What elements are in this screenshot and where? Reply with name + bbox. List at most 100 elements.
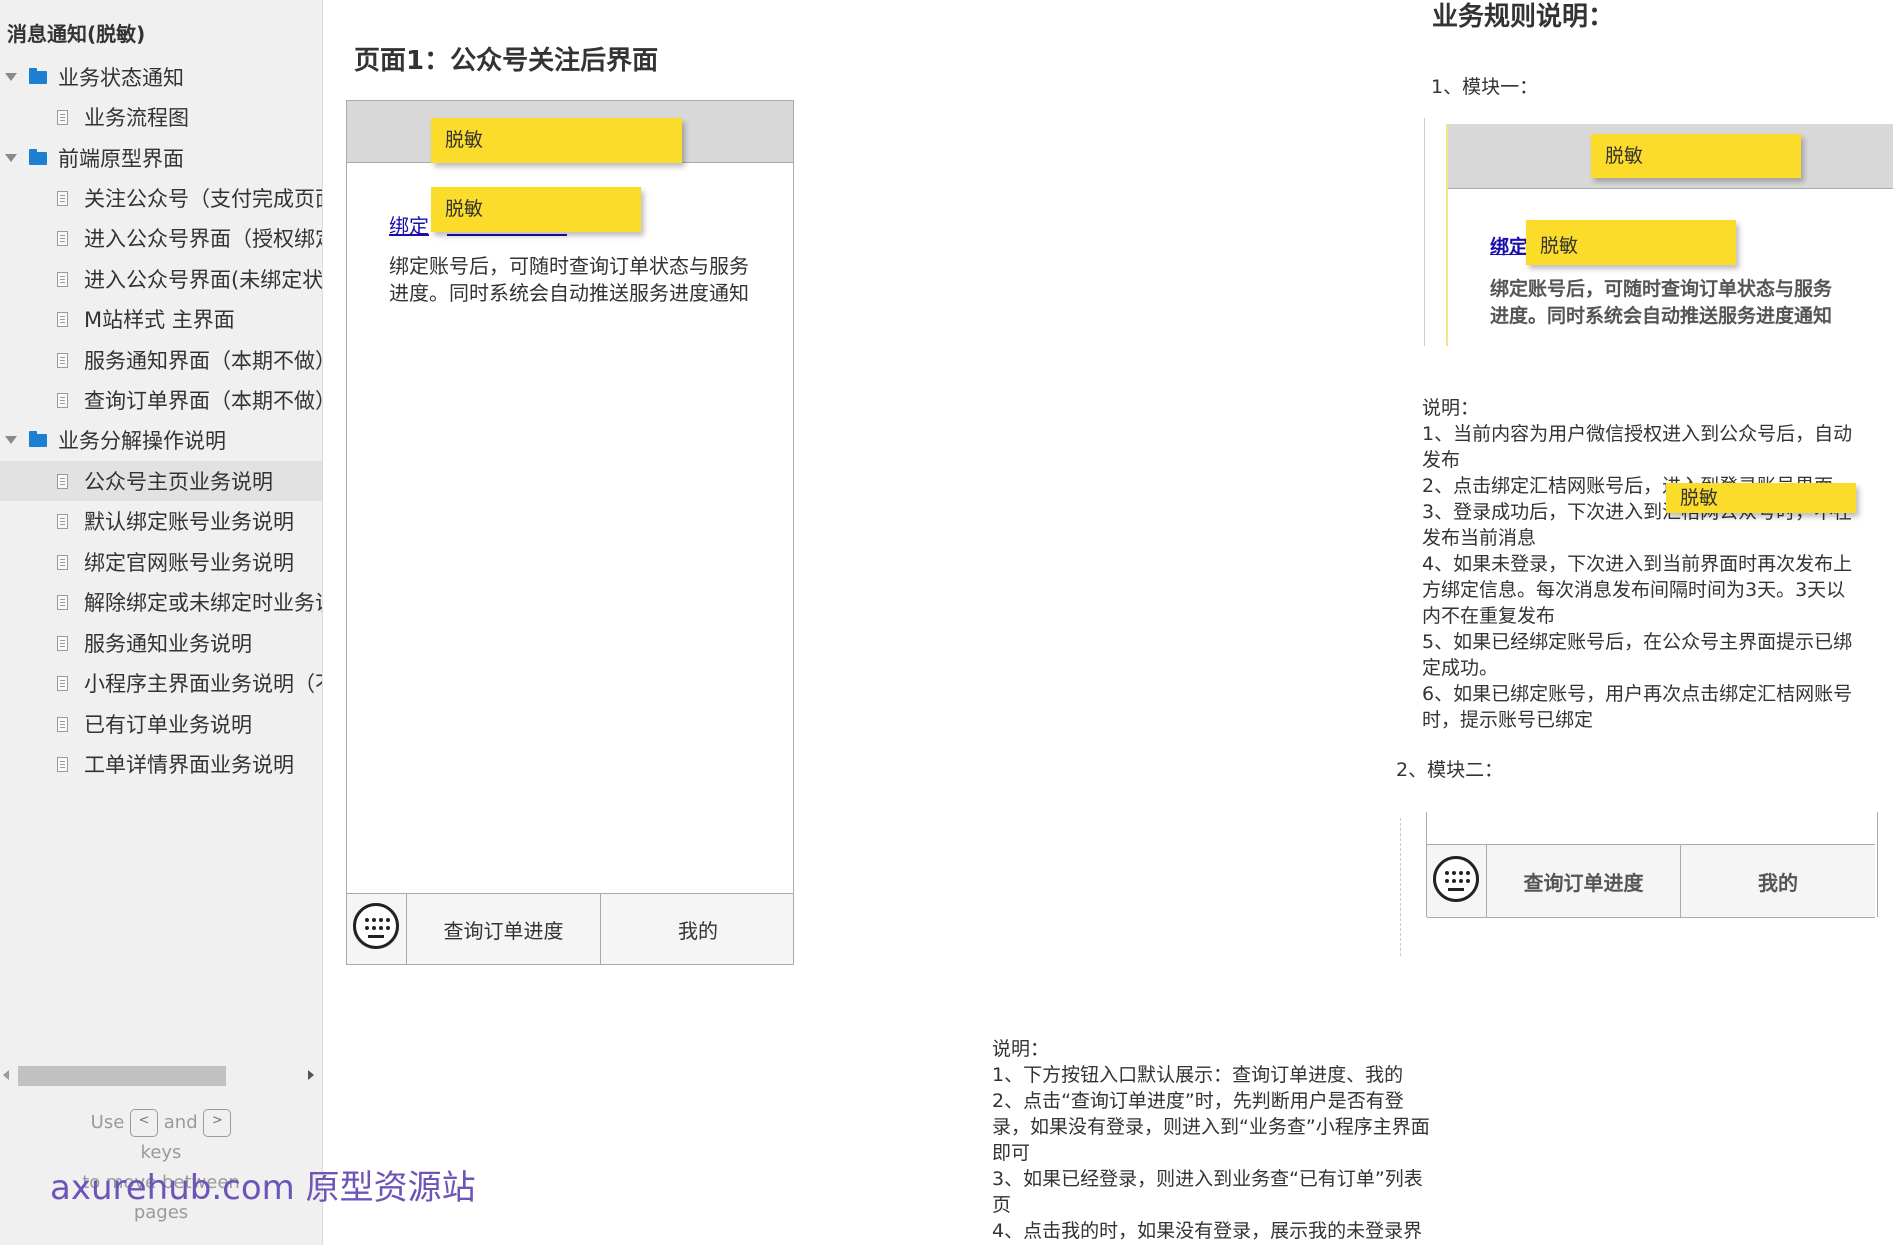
- keyboard-toggle[interactable]: [347, 894, 407, 964]
- tree-page-label: 解除绑定或未绑定时业务说: [84, 591, 323, 615]
- keyboard-toggle[interactable]: [1427, 845, 1487, 917]
- tree-folder-label: 业务分解操作说明: [58, 429, 226, 453]
- tree-page-item[interactable]: 服务通知界面（本期不做）: [0, 340, 322, 380]
- link-underline: [447, 234, 567, 236]
- page1-title: 页面1：公众号关注后界面: [354, 46, 659, 76]
- menu-query-order-progress[interactable]: 查询订单进度: [1487, 845, 1681, 917]
- tree-page-label: 绑定官网账号业务说明: [84, 551, 294, 575]
- page-icon: [57, 675, 68, 691]
- note-line: 3、如果已经登录，则进入到业务查“已有订单”列表: [992, 1168, 1423, 1190]
- tree-page-item[interactable]: 服务通知业务说明: [0, 623, 322, 663]
- page-icon: [57, 554, 68, 570]
- module1-heading: 1、模块一：: [1431, 76, 1539, 98]
- scrollbar-thumb[interactable]: [18, 1066, 226, 1086]
- tree-page-label: 进入公众号界面（授权绑定: [84, 227, 323, 251]
- tree-folder-business-status[interactable]: 业务状态通知: [0, 57, 322, 97]
- note-line: 录，如果没有登录，则进入到“业务查”小程序主界面: [992, 1116, 1430, 1138]
- tree-page-label: 业务流程图: [84, 106, 189, 130]
- note-line: 即可: [992, 1142, 1031, 1164]
- hint-and: and: [163, 1112, 198, 1133]
- tree-page-item[interactable]: 默认绑定账号业务说明: [0, 501, 322, 541]
- tree-folder-frontend-prototype[interactable]: 前端原型界面: [0, 138, 322, 178]
- page-icon: [57, 109, 68, 125]
- tree-folder-label: 前端原型界面: [58, 147, 184, 171]
- desc-line: 绑定账号后，可随时查询订单状态与服务: [1490, 278, 1833, 300]
- tree-page-label: 查询订单界面（本期不做）: [84, 389, 323, 413]
- scroll-right-icon[interactable]: [308, 1070, 314, 1080]
- bind-account-link[interactable]: 绑定: [389, 210, 429, 239]
- page-icon: [57, 190, 68, 206]
- tree-page-item[interactable]: 进入公众号界面(未绑定状: [0, 259, 322, 299]
- tree-page-item[interactable]: 小程序主界面业务说明（不: [0, 663, 322, 703]
- bind-account-link[interactable]: 绑定: [1490, 232, 1528, 259]
- tree-page-item[interactable]: 查询订单界面（本期不做）: [0, 380, 322, 420]
- tree-page-item[interactable]: 进入公众号界面（授权绑定: [0, 218, 322, 258]
- tree-page-item[interactable]: 关注公众号（支付完成页面: [0, 178, 322, 218]
- tree-page-label: 默认绑定账号业务说明: [84, 510, 294, 534]
- note-line: 发布: [1422, 449, 1461, 471]
- menu-mine[interactable]: 我的: [601, 894, 795, 964]
- tree-page-item[interactable]: M站样式 主界面: [0, 299, 322, 339]
- module2-notes: 说明： 1、下方按钮入口默认展示：查询订单进度、我的 2、点击“查询订单进度”时…: [992, 1036, 1430, 1244]
- page-icon: [57, 392, 68, 408]
- hint-use: Use: [90, 1112, 125, 1133]
- caret-down-icon[interactable]: [5, 154, 17, 162]
- phone-menu-bar: 查询订单进度 我的: [1427, 844, 1875, 918]
- note-line: 内不在重复发布: [1422, 605, 1556, 627]
- tree-page-item[interactable]: 业务流程图: [0, 97, 322, 137]
- caret-down-icon[interactable]: [5, 73, 17, 81]
- folder-icon: [29, 67, 47, 84]
- note-line: 方绑定信息。每次消息发布间隔时间为3天。3天以: [1422, 579, 1846, 601]
- page-icon: [57, 311, 68, 327]
- tree-page-label: 公众号主页业务说明: [84, 470, 273, 494]
- module1-notes: 说明： 1、当前内容为用户微信授权进入到公众号后，自动 发布 2、点击绑定汇桔网…: [1422, 395, 1852, 733]
- menu-query-order-progress[interactable]: 查询订单进度: [407, 894, 601, 964]
- next-key-icon: >: [203, 1109, 232, 1137]
- keyboard-icon: [353, 903, 399, 949]
- tree-folder-label: 业务状态通知: [58, 66, 184, 90]
- project-title: 消息通知(脱敏): [7, 22, 146, 46]
- tree-page-label: 服务通知业务说明: [84, 632, 252, 656]
- horizontal-scrollbar[interactable]: [0, 1064, 322, 1088]
- redaction-sticky-note: 脱敏: [1591, 134, 1801, 178]
- page-icon: [57, 473, 68, 489]
- tree-page-item[interactable]: 工单详情界面业务说明: [0, 744, 322, 784]
- tree-folder-business-breakdown[interactable]: 业务分解操作说明: [0, 420, 322, 460]
- page-icon: [57, 352, 68, 368]
- folder-icon: [29, 430, 47, 447]
- note-line: 1、当前内容为用户微信授权进入到公众号后，自动: [1422, 423, 1853, 445]
- redaction-sticky-note: 脱敏: [1666, 483, 1856, 513]
- page-icon: [57, 756, 68, 772]
- tree-page-item[interactable]: 绑定官网账号业务说明: [0, 542, 322, 582]
- watermark-text: axurehub.com 原型资源站: [50, 1168, 476, 1208]
- module2-menu-preview: 查询订单进度 我的: [1426, 812, 1878, 918]
- page-icon: [57, 513, 68, 529]
- note-line: 5、如果已经绑定账号后，在公众号主界面提示已绑: [1422, 631, 1853, 653]
- note-line: 定成功。: [1422, 657, 1499, 679]
- tree-page-label: 小程序主界面业务说明（不: [84, 672, 323, 696]
- page-icon: [57, 271, 68, 287]
- prev-key-icon: <: [130, 1109, 159, 1137]
- note-line: 说明：: [1422, 397, 1480, 419]
- tree-page-label: 关注公众号（支付完成页面: [84, 187, 323, 211]
- scroll-left-icon[interactable]: [3, 1070, 9, 1080]
- tree-page-label: M站样式 主界面: [84, 308, 235, 332]
- page-icon: [57, 635, 68, 651]
- note-line: 1、下方按钮入口默认展示：查询订单进度、我的: [992, 1064, 1404, 1086]
- page-icon: [57, 594, 68, 610]
- keyboard-icon: [1433, 856, 1479, 902]
- tree-page-item[interactable]: 已有订单业务说明: [0, 704, 322, 744]
- menu-mine[interactable]: 我的: [1681, 845, 1875, 917]
- desc-line: 绑定账号后，可随时查询订单状态与服务: [389, 254, 749, 278]
- caret-down-icon[interactable]: [5, 436, 17, 444]
- phone-mockup: 脱敏 绑定 脱敏 绑定账号后，可随时查询订单状态与服务 进度。同时系统会自动推送…: [346, 100, 794, 965]
- note-line: 时，提示账号已绑定: [1422, 709, 1594, 731]
- note-line: 6、如果已绑定账号，用户再次点击绑定汇桔网账号: [1422, 683, 1853, 705]
- module2-guide-line: [1400, 818, 1402, 956]
- tree-page-item[interactable]: 解除绑定或未绑定时业务说: [0, 582, 322, 622]
- note-line: 4、如果未登录，下次进入到当前界面时再次发布上: [1422, 553, 1853, 575]
- note-line: 4、点击我的时，如果没有登录，展示我的未登录界: [992, 1220, 1423, 1242]
- tree-page-label: 服务通知界面（本期不做）: [84, 349, 323, 373]
- tree-page-item-selected[interactable]: 公众号主页业务说明: [0, 461, 322, 501]
- bind-description: 绑定账号后，可随时查询订单状态与服务 进度。同时系统会自动推送服务进度通知: [1490, 276, 1832, 330]
